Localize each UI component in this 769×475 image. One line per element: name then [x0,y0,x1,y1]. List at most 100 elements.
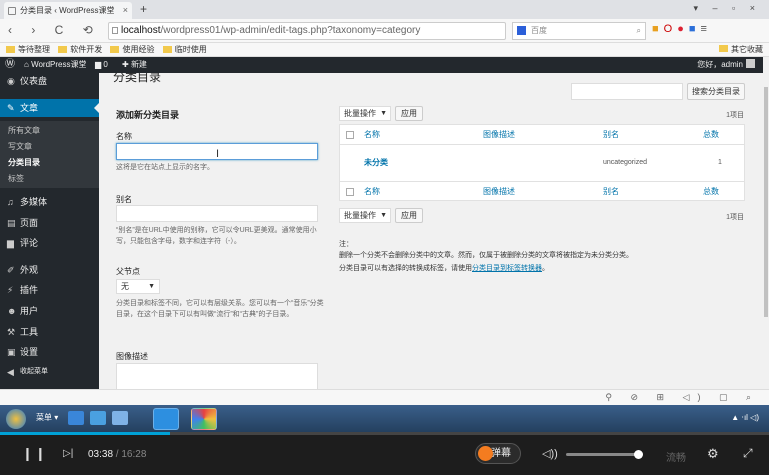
search-engine-name: 百度 [531,26,547,35]
status-bar-icons[interactable]: ⚲ ⊘ ⊞ ◁) ▢ ⌕ [605,392,759,403]
volume-icon[interactable]: ◁)) [542,447,558,460]
app-w-icon[interactable] [153,408,179,430]
video-player-controls: ❙❙ ▷| 03:38 / 16:28 弹幕 ◁)) 流畅 ⚙ ⤢ [0,432,769,475]
volume-slider[interactable] [566,450,644,459]
bookmark-folder[interactable]: 临时使用 [162,43,207,57]
browser-status-bar: ⚲ ⊘ ⊞ ◁) ▢ ⌕ [0,389,769,405]
sidebar-item-settings[interactable]: ▣ 设置 [0,343,99,361]
sidebar-sub-all-posts[interactable]: 所有文章 [0,123,99,139]
browser-tab[interactable]: 分类目录 ‹ WordPress课堂 × [4,2,132,19]
select-all-checkbox[interactable] [346,188,354,196]
category-tag-converter-link[interactable]: 分类目录到标签转换器 [472,265,542,272]
comment-icon: ▆ [7,238,14,248]
user-account-link[interactable]: 您好，admin [697,57,755,73]
site-name-link[interactable]: ⌂ WordPress课堂 [24,57,86,73]
bookmark-folder[interactable]: 使用经验 [110,43,154,57]
column-count[interactable]: 总数 [703,182,719,202]
sidebar-sub-categories[interactable]: 分类目录 [0,155,99,171]
column-description[interactable]: 图像描述 [483,182,515,202]
brush-icon: ✐ [7,265,15,275]
column-count[interactable]: 总数 [703,125,719,145]
sidebar-sub-tags[interactable]: 标签 [0,171,99,187]
main-content: 分类目录 搜索分类目录 添加新分类目录 名称 I 这将是它在站点上显示的名字。 … [99,73,763,389]
baidu-icon [517,26,526,35]
category-slug: uncategorized [603,159,647,166]
sidebar-item-tools[interactable]: ⚒ 工具 [0,323,99,341]
note-label: 注： [339,241,353,248]
sidebar-item-users[interactable]: ☻ 用户 [0,302,99,320]
column-description[interactable]: 图像描述 [483,125,515,145]
start-button[interactable] [6,409,26,429]
folder-icon [6,46,15,53]
category-count[interactable]: 1 [718,145,722,181]
select-all-checkbox[interactable] [346,131,354,139]
taskbar-menu[interactable]: 菜单 ▾ [36,412,58,423]
url-input[interactable]: localhost/wordpress01/wp-admin/edit-tags… [108,22,506,40]
sidebar-item-media[interactable]: ♫ 多媒体 [0,193,99,211]
name-help: 这将是它在站点上显示的名字。 [116,164,214,171]
playback-time: 03:38 / 16:28 [88,449,147,460]
pause-icon[interactable]: ❙❙ [22,446,48,462]
search-categories-button[interactable]: 搜索分类目录 [687,83,745,100]
bulk-actions-select-top[interactable]: 批量操作 ▼ [339,106,391,121]
column-slug[interactable]: 别名 [603,182,619,202]
progress-bar[interactable] [0,432,769,435]
apply-button-bottom[interactable]: 应用 [395,208,423,223]
window-controls[interactable]: ▾ – ▫ × [694,3,761,14]
bookmark-folder[interactable]: 等待整理 [6,43,50,57]
description-textarea[interactable] [116,363,318,389]
other-bookmarks[interactable]: 其它收藏 [719,43,763,57]
category-name-link[interactable]: 未分类 [364,145,388,181]
close-tab-icon[interactable]: × [123,2,128,19]
progress-fill [0,432,170,435]
parent-label: 父节点 [116,267,140,276]
column-name[interactable]: 名称 [364,125,380,145]
item-count-bottom: 1项目 [726,214,744,221]
sidebar-item-dashboard[interactable]: ◉ 仪表盘 [0,72,99,90]
browser-tab-bar: 分类目录 ‹ WordPress课堂 × + ▾ – ▫ × [0,0,769,19]
search-engine-input[interactable]: 百度 ⌕ [512,22,646,40]
volume-knob[interactable] [634,450,644,459]
scrollbar-thumb[interactable] [764,87,768,317]
fullscreen-icon[interactable]: ⤢ [743,446,753,461]
browser-app-icon[interactable] [191,408,217,430]
sidebar-sub-new-post[interactable]: 写文章 [0,139,99,155]
bookmarks-bar: 等待整理 软件开发 使用经验 临时使用 其它收藏 [0,43,769,57]
settings-icon[interactable]: ⚙ [707,446,719,462]
table-footer: 名称 图像描述 别名 总数 [340,181,744,201]
sidebar-item-posts[interactable]: ✎ 文章 [0,99,99,117]
sidebar-item-comments[interactable]: ▆ 评论 [0,234,99,252]
wordpress-logo-icon[interactable]: Ⓦ [5,57,15,73]
desktop-icon[interactable] [68,411,84,425]
extension-icons[interactable]: ■O●■≡ [652,23,712,35]
danmu-toggle[interactable]: 弹幕 [475,443,521,464]
sidebar-item-pages[interactable]: ▤ 页面 [0,214,99,232]
bookmark-folder[interactable]: 软件开发 [58,43,102,57]
quality-selector[interactable]: 流畅 [666,449,686,464]
new-tab-button[interactable]: + [140,2,147,16]
explorer-icon[interactable] [90,411,106,425]
os-taskbar: 菜单 ▾ ▲ ‧ıl ◁) [0,405,769,432]
system-tray[interactable]: ▲ ‧ıl ◁) [731,413,759,422]
wp-admin-bar: Ⓦ ⌂ WordPress课堂 ▆ 0 ✚ 新建 您好，admin [0,57,769,73]
sidebar-collapse[interactable]: ◀ 收起菜单 [0,363,99,381]
name-label: 名称 [116,132,132,141]
category-slug-input[interactable] [116,205,318,222]
column-name[interactable]: 名称 [364,182,380,202]
tab-title: 分类目录 ‹ WordPress课堂 [20,6,115,15]
text-cursor-icon: I [216,148,220,160]
new-content-link[interactable]: ✚ 新建 [122,57,147,73]
search-icon[interactable]: ⌕ [637,23,641,39]
sidebar-item-appearance[interactable]: ✐ 外观 [0,261,99,279]
shield-icon[interactable] [112,411,128,425]
category-search-input[interactable] [571,83,683,100]
sidebar-item-plugins[interactable]: ⚡ 插件 [0,281,99,299]
address-toolbar: ‹ › C ⟲ ☆ localhost/wordpress01/wp-admin… [0,19,769,43]
apply-button-top[interactable]: 应用 [395,106,423,121]
column-slug[interactable]: 别名 [603,125,619,145]
bulk-actions-select-bottom[interactable]: 批量操作 ▼ [339,208,391,223]
next-icon[interactable]: ▷| [63,448,73,459]
comments-link[interactable]: ▆ 0 [95,57,108,73]
parent-select[interactable]: 无 ▼ [116,279,160,294]
vertical-scrollbar[interactable] [763,57,769,389]
